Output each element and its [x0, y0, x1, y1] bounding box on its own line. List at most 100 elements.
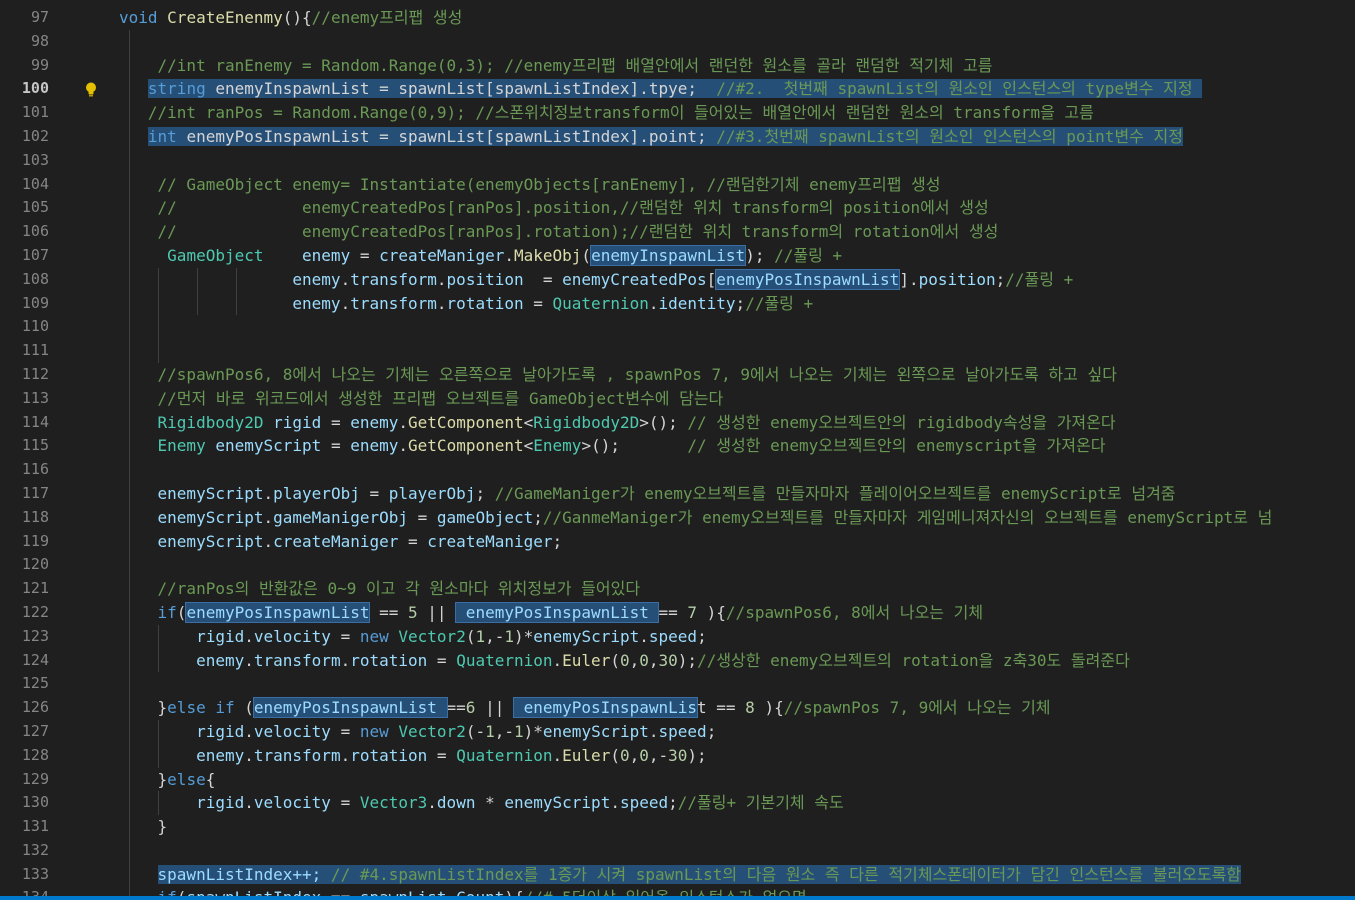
- code-line[interactable]: 116: [0, 458, 1355, 482]
- code-line[interactable]: 110: [0, 315, 1355, 340]
- line-number[interactable]: 112: [0, 363, 49, 387]
- line-number[interactable]: 119: [0, 530, 49, 554]
- code-text[interactable]: //int ranPos = Random.Range(0,9); //스폰위치…: [119, 101, 1094, 125]
- line-number[interactable]: 100: [0, 77, 49, 101]
- code-text[interactable]: enemy.transform.position = enemyCreatedP…: [119, 268, 1073, 292]
- code-text[interactable]: void CreateEnenmy(){//enemy프리팹 생성: [119, 6, 462, 30]
- code-line[interactable]: 131 }: [0, 815, 1355, 839]
- code-line[interactable]: 112 //spawnPos6, 8에서 나오는 기체는 오른쪽으로 날아가도록…: [0, 362, 1355, 387]
- code-text[interactable]: string enemyInspawnList = spawnList[spaw…: [119, 77, 1203, 101]
- code-text[interactable]: //spawnPos6, 8에서 나오는 기체는 오른쪽으로 날아가도록 , s…: [119, 363, 1117, 387]
- line-number[interactable]: 104: [0, 173, 49, 197]
- code-line[interactable]: 120: [0, 553, 1355, 578]
- code-line[interactable]: 97 void CreateEnenmy(){//enemy프리팹 생성: [0, 6, 1355, 30]
- code-text[interactable]: GameObject enemy = createManiger.MakeObj…: [119, 244, 842, 268]
- line-number[interactable]: 122: [0, 601, 49, 625]
- code-text[interactable]: Rigidbody2D rigid = enemy.GetComponent<R…: [119, 411, 1116, 435]
- code-line[interactable]: 126 }else if (enemyPosInspawnList ==6 ||…: [0, 696, 1355, 720]
- line-number[interactable]: 108: [0, 268, 49, 292]
- code-text[interactable]: enemyScript.createManiger = createManige…: [119, 530, 563, 554]
- code-line[interactable]: 124 enemy.transform.rotation = Quaternio…: [0, 648, 1355, 673]
- code-text[interactable]: //int ranEnemy = Random.Range(0,3); //en…: [119, 54, 993, 78]
- code-text[interactable]: int enemyPosInspawnList = spawnList[spaw…: [119, 125, 1183, 149]
- code-text[interactable]: enemy.transform.rotation = Quaternion.Eu…: [119, 744, 707, 768]
- line-number[interactable]: 114: [0, 411, 49, 435]
- line-number[interactable]: 115: [0, 434, 49, 458]
- lightbulb-icon[interactable]: [83, 81, 99, 97]
- code-line[interactable]: 128 enemy.transform.rotation = Quaternio…: [0, 743, 1355, 768]
- code-line[interactable]: 115 Enemy enemyScript = enemy.GetCompone…: [0, 434, 1355, 459]
- line-number[interactable]: 132: [0, 839, 49, 863]
- code-line[interactable]: 100 string enemyInspawnList = spawnList[…: [0, 77, 1355, 102]
- code-text[interactable]: enemyScript.gameManigerObj = gameObject;…: [119, 506, 1273, 530]
- line-number[interactable]: 109: [0, 292, 49, 316]
- code-text[interactable]: }: [119, 815, 168, 839]
- line-number[interactable]: 127: [0, 720, 49, 744]
- line-number[interactable]: 133: [0, 863, 49, 887]
- line-number[interactable]: 102: [0, 125, 49, 149]
- code-line[interactable]: 101 //int ranPos = Random.Range(0,9); //…: [0, 101, 1355, 125]
- line-number[interactable]: 103: [0, 149, 49, 173]
- code-line[interactable]: 121 //ranPos의 반환값은 0~9 이고 각 원소마다 위치정보가 들…: [0, 577, 1355, 601]
- code-line[interactable]: 99 //int ranEnemy = Random.Range(0,3); /…: [0, 53, 1355, 78]
- code-line[interactable]: 117 enemyScript.playerObj = playerObj; /…: [0, 481, 1355, 506]
- code-line[interactable]: 130 rigid.velocity = Vector3.down * enem…: [0, 791, 1355, 816]
- code-text[interactable]: // GameObject enemy= Instantiate(enemyOb…: [119, 173, 941, 197]
- line-number[interactable]: 131: [0, 815, 49, 839]
- code-line[interactable]: 118 enemyScript.gameManigerObj = gameObj…: [0, 505, 1355, 530]
- code-text[interactable]: Enemy enemyScript = enemy.GetComponent<E…: [119, 434, 1106, 458]
- line-number[interactable]: 116: [0, 458, 49, 482]
- code-text[interactable]: rigid.velocity = new Vector2(1,-1)*enemy…: [119, 625, 707, 649]
- line-number[interactable]: 98: [0, 30, 49, 54]
- line-number[interactable]: 117: [0, 482, 49, 506]
- code-text[interactable]: enemy.transform.rotation = Quaternion.Eu…: [119, 649, 1130, 673]
- line-number[interactable]: 126: [0, 696, 49, 720]
- line-number[interactable]: 107: [0, 244, 49, 268]
- code-line[interactable]: 129 }else{: [0, 767, 1355, 792]
- line-number[interactable]: 125: [0, 672, 49, 696]
- code-line[interactable]: 107 GameObject enemy = createManiger.Mak…: [0, 243, 1355, 268]
- code-line[interactable]: 103: [0, 148, 1355, 173]
- line-number[interactable]: 129: [0, 768, 49, 792]
- code-text[interactable]: rigid.velocity = new Vector2(-1,-1)*enem…: [119, 720, 716, 744]
- code-line[interactable]: 98: [0, 29, 1355, 54]
- code-text[interactable]: // enemyCreatedPos[ranPos].rotation);//랜…: [119, 220, 999, 244]
- code-line[interactable]: 125: [0, 672, 1355, 697]
- code-line[interactable]: 109 enemy.transform.rotation = Quaternio…: [0, 291, 1355, 316]
- line-number[interactable]: 105: [0, 196, 49, 220]
- code-text[interactable]: enemy.transform.rotation = Quaternion.id…: [119, 292, 813, 316]
- line-number[interactable]: 110: [0, 315, 49, 339]
- code-line[interactable]: 105 // enemyCreatedPos[ranPos].position,…: [0, 196, 1355, 221]
- line-number[interactable]: 128: [0, 744, 49, 768]
- code-text[interactable]: //먼저 바로 위코드에서 생성한 프리팹 오브젝트를 GameObject변수…: [119, 387, 724, 411]
- code-line[interactable]: 123 rigid.velocity = new Vector2(1,-1)*e…: [0, 624, 1355, 649]
- line-number[interactable]: 97: [0, 6, 49, 30]
- code-line[interactable]: 132: [0, 838, 1355, 863]
- code-line[interactable]: 106 // enemyCreatedPos[ranPos].rotation)…: [0, 220, 1355, 244]
- line-number[interactable]: 120: [0, 553, 49, 577]
- code-text[interactable]: rigid.velocity = Vector3.down * enemyScr…: [119, 791, 844, 815]
- code-line[interactable]: 127 rigid.velocity = new Vector2(-1,-1)*…: [0, 719, 1355, 744]
- code-text[interactable]: // enemyCreatedPos[ranPos].position,//랜덤…: [119, 196, 989, 220]
- code-line[interactable]: 108 enemy.transform.position = enemyCrea…: [0, 267, 1355, 292]
- code-text[interactable]: if(enemyPosInspawnList == 5 || enemyPosI…: [119, 601, 983, 625]
- line-number[interactable]: 118: [0, 506, 49, 530]
- line-number[interactable]: 121: [0, 577, 49, 601]
- code-line[interactable]: 133 spawnListIndex++; // #4.spawnListInd…: [0, 862, 1355, 887]
- code-line[interactable]: 111: [0, 339, 1355, 363]
- line-number[interactable]: 130: [0, 791, 49, 815]
- code-text[interactable]: }else if (enemyPosInspawnList ==6 || ene…: [119, 696, 1051, 720]
- code-line[interactable]: 122 if(enemyPosInspawnList == 5 || enemy…: [0, 600, 1355, 625]
- line-number[interactable]: 113: [0, 387, 49, 411]
- code-text[interactable]: }else{: [119, 768, 216, 792]
- code-text[interactable]: enemyScript.playerObj = playerObj; //Gam…: [119, 482, 1176, 506]
- line-number[interactable]: 101: [0, 101, 49, 125]
- line-number[interactable]: 111: [0, 339, 49, 363]
- code-text[interactable]: spawnListIndex++; // #4.spawnListIndex를 …: [119, 863, 1242, 887]
- code-line[interactable]: 114 Rigidbody2D rigid = enemy.GetCompone…: [0, 410, 1355, 435]
- code-line[interactable]: 102 int enemyPosInspawnList = spawnList[…: [0, 124, 1355, 149]
- line-number[interactable]: 106: [0, 220, 49, 244]
- code-editor[interactable]: 97 void CreateEnenmy(){//enemy프리팹 생성 98 99 …: [0, 6, 1355, 900]
- line-number[interactable]: 123: [0, 625, 49, 649]
- code-line[interactable]: 119 enemyScript.createManiger = createMa…: [0, 529, 1355, 554]
